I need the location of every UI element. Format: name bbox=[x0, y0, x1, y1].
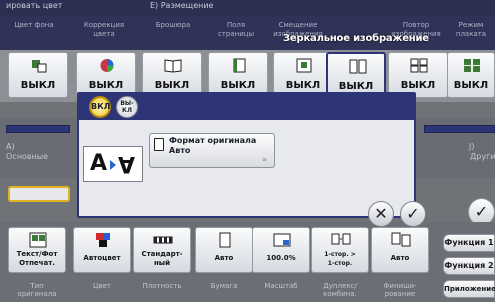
application-button[interactable]: Приложение bbox=[443, 280, 495, 298]
color-tile[interactable]: Автоцвет bbox=[73, 227, 131, 273]
left-scroll-indicator bbox=[6, 125, 70, 133]
original-format-button[interactable]: Формат оригинала Авто » bbox=[149, 133, 275, 168]
image-repeat-icon bbox=[410, 58, 428, 73]
finishing-icon bbox=[391, 232, 411, 247]
color-caption: Цвет bbox=[93, 282, 111, 290]
paper-caption: Бумага bbox=[210, 282, 238, 290]
density-value: Стандарт- ный bbox=[141, 250, 183, 267]
chevron-right-icon: » bbox=[262, 155, 267, 164]
mirror-image-icon bbox=[349, 59, 367, 74]
mid-left-label2: Основные bbox=[6, 152, 49, 161]
poster-mode-value: ВЫКЛ bbox=[453, 80, 489, 91]
zoom-tile[interactable]: 100.0% bbox=[252, 227, 310, 273]
duplex-value: 1-стор. > 1-стор. bbox=[324, 251, 356, 267]
function-2-button[interactable]: Функция 2 bbox=[443, 257, 495, 275]
tab-label-page-margin[interactable]: Поля страницы bbox=[208, 21, 264, 39]
tab-label-color-adjust[interactable]: Коррекция цвета bbox=[76, 21, 132, 39]
duplex-tile[interactable]: 1-стор. > 1-стор. bbox=[311, 227, 369, 273]
mirror-image-value: ВЫКЛ bbox=[338, 81, 374, 92]
zoom-caption: Масштаб bbox=[264, 282, 298, 290]
ok-button[interactable]: ✓ bbox=[400, 201, 426, 227]
right-scroll-indicator bbox=[424, 125, 495, 133]
page-margin-value: ВЫКЛ bbox=[220, 80, 256, 91]
dialog-title: Зеркальное изображение bbox=[283, 33, 429, 44]
mid-right-label: J) bbox=[469, 142, 475, 151]
tab-label-booklet[interactable]: Брошюра bbox=[145, 21, 201, 30]
density-icon bbox=[153, 236, 173, 244]
on-button[interactable]: ВКЛ bbox=[89, 96, 111, 118]
color-adjust-icon bbox=[100, 59, 114, 72]
original-format-label: Формат оригинала bbox=[169, 136, 257, 145]
image-shift-value: ВЫКЛ bbox=[285, 80, 321, 91]
mid-right-label2: Другие bbox=[470, 152, 495, 161]
off-button[interactable]: ВЫ- КЛ bbox=[116, 96, 138, 118]
density-tile[interactable]: Стандарт- ный bbox=[133, 227, 191, 273]
poster-mode-tile[interactable]: ВЫКЛ bbox=[447, 52, 495, 98]
background-color-tile[interactable]: ВЫКЛ bbox=[8, 52, 68, 98]
paper-tile[interactable]: Авто bbox=[195, 227, 253, 273]
booklet-value: ВЫКЛ bbox=[154, 80, 190, 91]
finishing-caption: Финиши- рование bbox=[383, 282, 417, 298]
original-type-value: Текст/Фот Отпечат. bbox=[16, 250, 58, 267]
density-caption: Плотность bbox=[142, 282, 182, 290]
mirror-image-dialog: ВКЛ ВЫ- КЛ A A Формат оригинала Авто » bbox=[77, 92, 416, 218]
image-repeat-value: ВЫКЛ bbox=[400, 80, 436, 91]
color-adjust-value: ВЫКЛ bbox=[88, 80, 124, 91]
mirror-preview: A A bbox=[83, 146, 143, 182]
mode-toggle[interactable] bbox=[8, 186, 70, 202]
mirror-preview-icon: A bbox=[90, 151, 108, 176]
mirror-preview-flipped-icon: A bbox=[118, 151, 136, 176]
tab-label-poster-mode[interactable]: Режим плаката bbox=[447, 21, 495, 39]
paper-icon bbox=[219, 232, 231, 248]
mid-left-label: A) bbox=[6, 142, 15, 151]
page-margin-icon bbox=[233, 58, 246, 73]
paper-value: Авто bbox=[214, 254, 234, 262]
zoom-icon bbox=[273, 233, 291, 247]
color-icon bbox=[96, 233, 110, 247]
tab-label-background[interactable]: Цвет фона bbox=[6, 21, 62, 30]
original-type-icon bbox=[29, 232, 47, 248]
background-color-icon bbox=[32, 60, 47, 73]
background-color-value: ВЫКЛ bbox=[20, 80, 56, 91]
header-left-text: ировать цвет bbox=[6, 1, 63, 10]
header-section-title: E) Размещение bbox=[150, 1, 214, 10]
mirror-arrow-icon bbox=[110, 160, 116, 170]
function-1-button[interactable]: Функция 1 bbox=[443, 234, 495, 252]
original-type-caption: Тип оригинала bbox=[17, 282, 57, 298]
top-header-bar: ировать цвет E) Размещение bbox=[0, 0, 495, 16]
finishing-value: Авто bbox=[390, 254, 410, 262]
poster-mode-icon bbox=[464, 59, 480, 72]
page-icon bbox=[154, 138, 164, 151]
original-format-value: Авто bbox=[169, 146, 191, 155]
finishing-tile[interactable]: Авто bbox=[371, 227, 429, 273]
cancel-button[interactable]: ✕ bbox=[368, 201, 394, 227]
booklet-icon bbox=[164, 59, 182, 73]
duplex-caption: Дуплекс/ комбина. bbox=[323, 282, 357, 298]
color-value: Автоцвет bbox=[83, 254, 121, 262]
image-shift-icon bbox=[296, 58, 312, 73]
zoom-value: 100.0% bbox=[266, 254, 296, 262]
original-type-tile[interactable]: Текст/Фот Отпечат. bbox=[8, 227, 66, 273]
duplex-icon bbox=[331, 233, 351, 245]
